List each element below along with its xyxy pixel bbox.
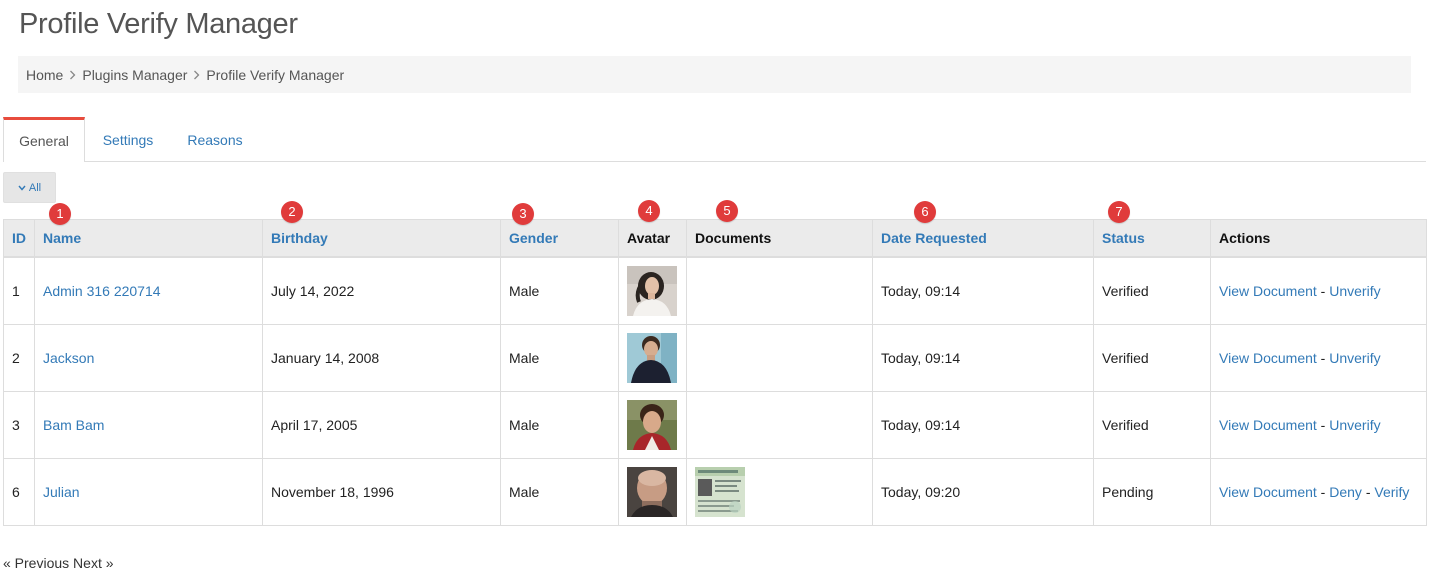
cell-id: 1 [3, 256, 35, 325]
tab-general[interactable]: General [3, 117, 85, 162]
cell-birthday: January 14, 2008 [262, 323, 501, 392]
cell-status: Verified [1093, 256, 1211, 325]
avatar[interactable] [627, 332, 677, 383]
annotation-marker-4: 4 [638, 200, 660, 222]
cell-id: 2 [3, 323, 35, 392]
cell-date-requested: Today, 09:14 [872, 323, 1094, 392]
annotation-marker-2: 2 [281, 201, 303, 223]
page-title: Profile Verify Manager [19, 8, 298, 40]
tab-reasons[interactable]: Reasons [175, 117, 255, 162]
document-thumbnail[interactable] [695, 466, 745, 517]
verification-table: ID Name Birthday Gender Avatar Documents… [3, 219, 1427, 526]
annotation-markers: 1 2 3 4 5 6 7 [0, 200, 1431, 226]
action-separator: - [1316, 349, 1330, 366]
cell-gender: Male [500, 457, 619, 526]
user-name-link[interactable]: Jackson [43, 350, 94, 366]
filter-all-button[interactable]: All [3, 172, 56, 203]
cell-status: Verified [1093, 390, 1211, 459]
chevron-right-icon [69, 70, 76, 80]
breadcrumb: Home Plugins Manager Profile Verify Mana… [18, 56, 1411, 93]
cell-actions: View Document - Unverify [1210, 390, 1427, 459]
table-row: 2 Jackson January 14, 2008 Male Today, 0… [3, 323, 1427, 392]
cell-actions: View Document - Unverify [1210, 323, 1427, 392]
table-row: 3 Bam Bam April 17, 2005 Male Today, 09:… [3, 390, 1427, 459]
action-separator: - [1316, 416, 1330, 433]
pagination: « Previous Next » [3, 555, 114, 571]
unverify-link[interactable]: Unverify [1329, 417, 1380, 433]
deny-link[interactable]: Deny [1329, 484, 1362, 500]
cell-documents [686, 390, 873, 459]
cell-status: Verified [1093, 323, 1211, 392]
view-document-link[interactable]: View Document [1219, 350, 1317, 366]
annotation-marker-6: 6 [914, 201, 936, 223]
cell-birthday: July 14, 2022 [262, 256, 501, 325]
user-name-link[interactable]: Bam Bam [43, 417, 104, 433]
avatar[interactable] [627, 265, 677, 316]
annotation-marker-7: 7 [1108, 201, 1130, 223]
view-document-link[interactable]: View Document [1219, 283, 1317, 299]
previous-page-link[interactable]: « Previous [3, 555, 69, 571]
chevron-right-icon [193, 70, 200, 80]
cell-actions: View Document - Unverify [1210, 256, 1427, 325]
action-separator: - [1316, 282, 1330, 299]
tab-settings[interactable]: Settings [91, 117, 165, 162]
avatar[interactable] [627, 399, 677, 450]
breadcrumb-home[interactable]: Home [26, 67, 63, 83]
cell-id: 6 [3, 457, 35, 526]
cell-documents [686, 256, 873, 325]
chevron-down-icon [18, 182, 26, 194]
action-separator: - [1361, 483, 1375, 500]
cell-actions: View Document - Deny - Verify [1210, 457, 1427, 526]
next-page-link[interactable]: Next » [73, 555, 113, 571]
cell-gender: Male [500, 323, 619, 392]
annotation-marker-1: 1 [49, 203, 71, 225]
cell-status: Pending [1093, 457, 1211, 526]
tab-bar: General Settings Reasons [3, 117, 1426, 162]
table-row: 1 Admin 316 220714 July 14, 2022 Male To… [3, 256, 1427, 325]
cell-date-requested: Today, 09:14 [872, 256, 1094, 325]
user-name-link[interactable]: Admin 316 220714 [43, 283, 161, 299]
verify-link[interactable]: Verify [1374, 484, 1409, 500]
filter-label: All [28, 181, 42, 194]
cell-gender: Male [500, 390, 619, 459]
unverify-link[interactable]: Unverify [1329, 283, 1380, 299]
cell-date-requested: Today, 09:20 [872, 457, 1094, 526]
avatar[interactable] [627, 466, 677, 517]
cell-birthday: April 17, 2005 [262, 390, 501, 459]
breadcrumb-current: Profile Verify Manager [206, 66, 345, 83]
user-name-link[interactable]: Julian [43, 484, 80, 500]
view-document-link[interactable]: View Document [1219, 417, 1317, 433]
cell-id: 3 [3, 390, 35, 459]
breadcrumb-plugins-manager[interactable]: Plugins Manager [82, 67, 187, 83]
table-row: 6 Julian November 18, 1996 Male Today, 0… [3, 457, 1427, 526]
cell-gender: Male [500, 256, 619, 325]
action-separator: - [1316, 483, 1330, 500]
annotation-marker-3: 3 [512, 203, 534, 225]
view-document-link[interactable]: View Document [1219, 484, 1317, 500]
cell-birthday: November 18, 1996 [262, 457, 501, 526]
annotation-marker-5: 5 [716, 200, 738, 222]
cell-documents [686, 323, 873, 392]
unverify-link[interactable]: Unverify [1329, 350, 1380, 366]
cell-date-requested: Today, 09:14 [872, 390, 1094, 459]
